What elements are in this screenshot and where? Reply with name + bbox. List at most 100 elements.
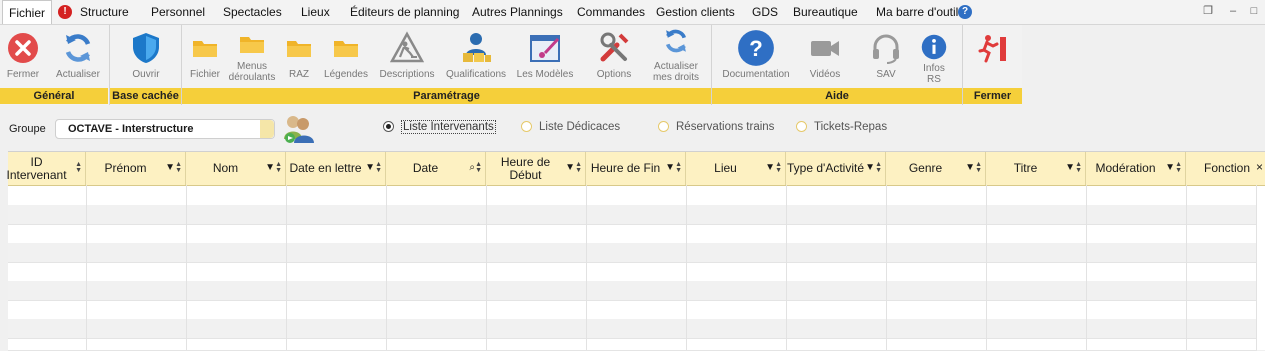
fichier-button[interactable]: Fichier — [185, 25, 225, 87]
help-icon[interactable]: ? — [958, 5, 972, 19]
documentation-button[interactable]: ? Documentation — [716, 25, 796, 87]
legendes-button[interactable]: Légendes — [320, 25, 372, 87]
table-row[interactable] — [8, 243, 1257, 263]
column-titre[interactable]: Titre ▼ ▲ ▼ — [986, 152, 1086, 185]
menu-gestion-clients[interactable]: Gestion clients — [656, 0, 735, 24]
column-type-activite[interactable]: Type d'Activité ▼ ▲ ▼ — [786, 152, 886, 185]
filter-icon[interactable]: ▼ — [1065, 162, 1075, 173]
menu-bureautique[interactable]: Bureautique — [793, 0, 858, 24]
sort-icon[interactable]: ▲ ▼ — [875, 161, 882, 174]
column-lieu[interactable]: Lieu ▼ ▲ ▼ — [686, 152, 786, 185]
qualifications-button[interactable]: Qualifications — [441, 25, 511, 87]
alert-icon[interactable]: ! — [58, 5, 72, 19]
users-group-icon[interactable] — [282, 113, 316, 145]
column-moderation[interactable]: Modération ▼ ▲ ▼ — [1086, 152, 1186, 185]
info-icon — [921, 34, 947, 60]
radio-liste-intervenants[interactable]: Liste Intervenants — [383, 120, 496, 134]
column-divider — [1186, 185, 1187, 350]
sort-icon[interactable]: ▲ ▼ — [275, 161, 282, 174]
group-general: Général — [0, 88, 108, 104]
table-row[interactable] — [8, 281, 1257, 301]
column-heure-debut[interactable]: Heure de Début ▼ ▲ ▼ — [486, 152, 586, 185]
table-row[interactable] — [8, 262, 1257, 282]
filter-icon[interactable]: ▼ — [165, 162, 175, 173]
folder-icon — [193, 41, 217, 57]
menu-editeurs-planning[interactable]: Éditeurs de planning — [350, 0, 459, 24]
column-divider — [986, 185, 987, 350]
filter-icon[interactable]: ▼ — [1165, 162, 1175, 173]
dropdown-button[interactable] — [260, 120, 274, 138]
sort-icon[interactable]: ▲ ▼ — [675, 161, 682, 174]
filter-icon[interactable]: ▼ — [365, 162, 375, 173]
ouvrir-button[interactable]: Ouvrir — [112, 25, 180, 87]
folder-icon — [334, 41, 358, 57]
filter-icon[interactable]: ▼ — [965, 162, 975, 173]
menu-spectacles[interactable]: Spectacles — [223, 0, 282, 24]
column-heure-fin[interactable]: Heure de Fin ▼ ▲ ▼ — [586, 152, 686, 185]
maximize-icon[interactable]: □ — [1246, 3, 1262, 19]
column-genre[interactable]: Genre ▼ ▲ ▼ — [886, 152, 986, 185]
column-date-en-lettre[interactable]: Date en lettre ▼ ▲ ▼ — [286, 152, 386, 185]
menu-lieux[interactable]: Lieux — [301, 0, 330, 24]
tools-icon — [600, 32, 629, 62]
filter-icon[interactable]: ▼ — [265, 162, 275, 173]
column-divider — [186, 185, 187, 350]
les-modeles-button[interactable]: Les Modèles — [513, 25, 577, 87]
table-row[interactable] — [8, 224, 1257, 244]
radio-reservations-trains[interactable]: Réservations trains — [658, 121, 774, 133]
options-button[interactable]: Options — [584, 25, 644, 87]
sort-icon[interactable]: ▲ ▼ — [975, 161, 982, 174]
filter-icon[interactable]: ▼ — [565, 162, 575, 173]
menu-personnel[interactable]: Personnel — [151, 0, 205, 24]
menu-ma-barre-outils[interactable]: Ma barre d'outils — [876, 0, 964, 24]
group-base-cachee: Base cachée — [110, 88, 181, 104]
menu-fichier[interactable]: Fichier — [2, 0, 53, 24]
table-row[interactable] — [8, 186, 1257, 206]
menu-gds[interactable]: GDS — [752, 0, 778, 24]
column-fonction[interactable]: Fonction × — [1186, 152, 1265, 185]
sort-icon[interactable]: ▲ ▼ — [375, 161, 382, 174]
table-row[interactable] — [8, 319, 1257, 339]
help-circle-icon: ? — [738, 30, 774, 66]
radio-tickets-repas[interactable]: Tickets-Repas — [796, 121, 887, 133]
sav-button[interactable]: SAV — [862, 25, 910, 87]
menu-commandes[interactable]: Commandes — [577, 0, 645, 24]
fermer-button[interactable]: Fermer — [0, 25, 46, 87]
sort-icon[interactable]: ▲ ▼ — [775, 161, 782, 174]
close-icon[interactable]: × — [1256, 160, 1263, 174]
menus-deroulants-button[interactable]: Menus déroulants — [226, 25, 278, 87]
raz-button[interactable]: RAZ — [280, 25, 318, 87]
sort-icon[interactable]: ▲ ▼ — [75, 161, 82, 174]
data-grid: ID Intervenant ▲ ▼ Prénom ▼ ▲ ▼ Nom ▼ ▲ ▼ Date e… — [6, 151, 1265, 351]
menu-autres-plannings[interactable]: Autres Plannings — [472, 0, 563, 24]
sort-icon[interactable]: ▲ ▼ — [575, 161, 582, 174]
sort-icon[interactable]: ▲ ▼ — [1175, 161, 1182, 174]
table-row[interactable] — [8, 300, 1257, 320]
paint-window-icon — [530, 35, 560, 62]
column-nom[interactable]: Nom ▼ ▲ ▼ — [186, 152, 286, 185]
column-date[interactable]: Date ⌕ ▲ ▼ — [386, 152, 486, 185]
table-row[interactable] — [8, 205, 1257, 225]
column-prenom[interactable]: Prénom ▼ ▲ ▼ — [86, 152, 186, 185]
filter-icon[interactable]: ▼ — [665, 162, 675, 173]
sort-icon[interactable]: ▲ ▼ — [175, 161, 182, 174]
column-id-intervenant[interactable]: ID Intervenant ▲ ▼ — [6, 152, 86, 185]
radio-liste-dedicaces[interactable]: Liste Dédicaces — [521, 121, 620, 133]
actualiser-button[interactable]: Actualiser — [50, 25, 106, 87]
restore-window-icon[interactable]: ❐ — [1200, 3, 1216, 19]
column-divider — [586, 185, 587, 350]
descriptions-button[interactable]: Descriptions — [375, 25, 439, 87]
table-row[interactable] — [8, 338, 1257, 351]
group-fermer: Fermer — [963, 88, 1022, 104]
minimize-icon[interactable]: – — [1225, 3, 1241, 19]
menu-structure[interactable]: Structure — [80, 0, 129, 24]
filter-icon[interactable]: ▼ — [765, 162, 775, 173]
filter-icon[interactable]: ▼ — [865, 162, 875, 173]
sort-icon[interactable]: ▲ ▼ — [1075, 161, 1082, 174]
sort-icon[interactable]: ▲ ▼ — [475, 161, 482, 174]
videos-button[interactable]: Vidéos — [800, 25, 850, 87]
infos-rs-button[interactable]: Infos RS — [914, 25, 954, 87]
actualiser-droits-button[interactable]: Actualiser mes droits — [646, 25, 706, 87]
exit-button[interactable] — [966, 25, 1020, 87]
group-select[interactable]: OCTAVE - Interstructure — [55, 119, 275, 139]
